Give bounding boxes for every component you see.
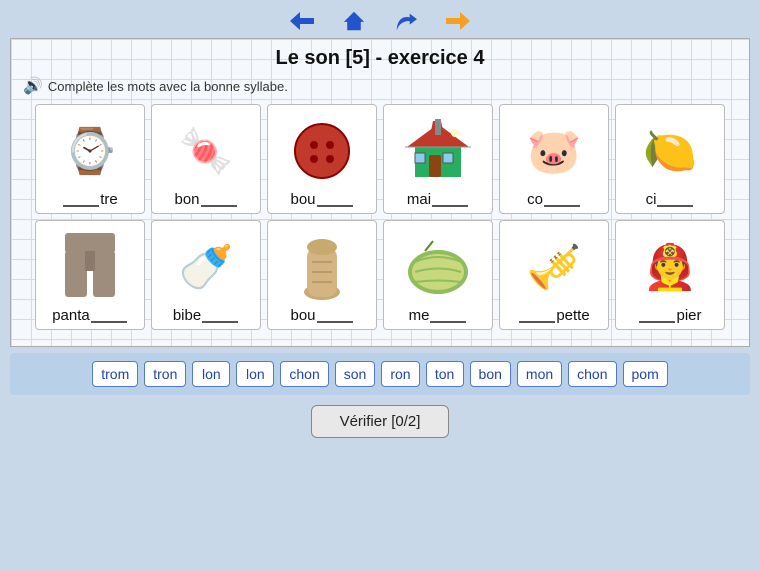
card-img-bouchon (282, 231, 362, 303)
syllable-btn-9[interactable]: mon (517, 361, 562, 387)
redo-button[interactable] (392, 10, 420, 32)
blank-trompette[interactable] (519, 309, 555, 323)
home-button[interactable] (340, 10, 368, 32)
main-content: Le son [5] - exercice 4 🔊 Complète les m… (10, 38, 750, 347)
syllable-btn-2[interactable]: lon (192, 361, 230, 387)
blank-pantalon[interactable] (91, 309, 127, 323)
card-cochon: 🐷 co (499, 104, 609, 214)
syllable-btn-11[interactable]: pom (623, 361, 668, 387)
card-bouton: bou (267, 104, 377, 214)
syllable-btn-6[interactable]: ron (381, 361, 419, 387)
blank-biberon[interactable] (202, 309, 238, 323)
syllable-bar: tromtronlonlonchonsonrontonbonmonchonpom (10, 353, 750, 395)
card-melon: me (383, 220, 493, 330)
card-img-melon (398, 231, 478, 303)
instruction-row: 🔊 Complète les mots avec la bonne syllab… (23, 76, 737, 96)
syllable-btn-1[interactable]: tron (144, 361, 186, 387)
card-label-trompette: pette (518, 307, 589, 324)
card-label-bonbon: bon (174, 191, 237, 208)
syllable-btn-5[interactable]: son (335, 361, 376, 387)
exercise-title: Le son [5] - exercice 4 (23, 47, 737, 70)
instruction-text: Complète les mots avec la bonne syllabe. (48, 79, 288, 94)
card-bonbon: 🍬 bon (151, 104, 261, 214)
syllable-btn-4[interactable]: chon (280, 361, 328, 387)
syllable-btn-0[interactable]: trom (92, 361, 138, 387)
card-label-bouton: bou (290, 191, 353, 208)
card-label-citron: ci (646, 191, 695, 208)
card-img-biberon: 🍼 (166, 231, 246, 303)
top-navigation (0, 0, 760, 38)
syllable-btn-10[interactable]: chon (568, 361, 616, 387)
card-maison: mai (383, 104, 493, 214)
blank-cochon[interactable] (544, 193, 580, 207)
blank-pompier[interactable] (639, 309, 675, 323)
card-pantalon: panta (35, 220, 145, 330)
card-img-pompier: 👨‍🚒 (630, 231, 710, 303)
card-label-melon: me (409, 307, 468, 324)
blank-maison[interactable] (432, 193, 468, 207)
blank-bonbon[interactable] (201, 193, 237, 207)
card-label-cochon: co (527, 191, 581, 208)
back-button[interactable] (288, 10, 316, 32)
blank-melon[interactable] (430, 309, 466, 323)
cards-row-2: panta 🍼 bibe bou (23, 220, 737, 330)
sound-icon[interactable]: 🔊 (23, 76, 43, 96)
card-img-maison (398, 115, 478, 187)
card-pompier: 👨‍🚒 pier (615, 220, 725, 330)
card-img-citron: 🍋 (630, 115, 710, 187)
blank-citron[interactable] (657, 193, 693, 207)
verify-button[interactable]: Vérifier [0/2] (311, 405, 450, 438)
card-montre: ⌚ tre (35, 104, 145, 214)
card-trompette: 🎺 pette (499, 220, 609, 330)
card-label-montre: tre (62, 191, 118, 208)
card-label-biberon: bibe (173, 307, 239, 324)
card-img-bonbon: 🍬 (166, 115, 246, 187)
card-label-bouchon: bou (290, 307, 353, 324)
syllable-btn-3[interactable]: lon (236, 361, 274, 387)
card-label-pompier: pier (638, 307, 701, 324)
forward-button[interactable] (444, 10, 472, 32)
card-label-pantalon: panta (52, 307, 128, 324)
card-img-pantalon (50, 231, 130, 303)
card-img-bouton (282, 115, 362, 187)
card-citron: 🍋 ci (615, 104, 725, 214)
card-img-montre: ⌚ (50, 115, 130, 187)
blank-montre[interactable] (63, 193, 99, 207)
card-img-cochon: 🐷 (514, 115, 594, 187)
blank-bouton[interactable] (317, 193, 353, 207)
syllable-btn-8[interactable]: bon (470, 361, 511, 387)
card-label-maison: mai (407, 191, 469, 208)
blank-bouchon[interactable] (317, 309, 353, 323)
syllable-btn-7[interactable]: ton (426, 361, 464, 387)
verify-row: Vérifier [0/2] (0, 405, 760, 438)
cards-row-1: ⌚ tre 🍬 bon bou (23, 104, 737, 214)
card-bouchon: bou (267, 220, 377, 330)
card-img-trompette: 🎺 (514, 231, 594, 303)
card-biberon: 🍼 bibe (151, 220, 261, 330)
